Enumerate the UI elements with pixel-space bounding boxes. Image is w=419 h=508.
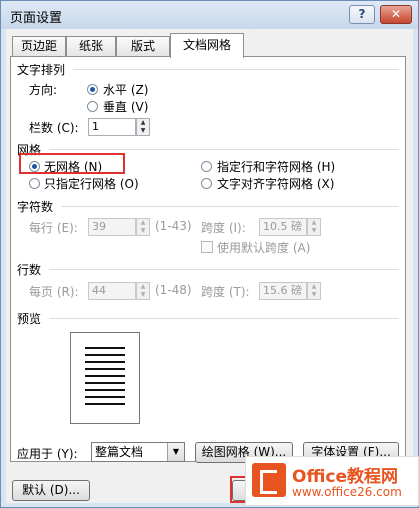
- preview-line: [85, 382, 125, 384]
- tab-document-grid[interactable]: 文档网格: [170, 33, 244, 58]
- columns-input[interactable]: 1: [88, 118, 136, 136]
- line-grid-only-radio[interactable]: [29, 178, 40, 189]
- chars-per-line-label: 每行 (E):: [29, 221, 78, 235]
- window-title: 页面设置: [10, 11, 63, 26]
- dialog-body: 页边距 纸张 版式 文档网格 文字排列 方向: 水平 (Z) 垂直 (V) 栏数…: [6, 29, 413, 503]
- tab-paper[interactable]: 纸张: [66, 36, 116, 57]
- preview-line: [85, 354, 125, 356]
- chars-per-line-range: (1-43): [155, 219, 192, 233]
- line-grid-only-label[interactable]: 只指定行网格 (O): [44, 175, 139, 192]
- vertical-label[interactable]: 垂直 (V): [103, 98, 148, 115]
- columns-stepper[interactable]: ▲ ▼: [136, 118, 150, 136]
- preview-page: [70, 332, 140, 424]
- characters-group-label: 字符数: [17, 200, 54, 214]
- preview-line: [85, 389, 125, 391]
- preview-line: [85, 347, 125, 349]
- columns-label: 栏数 (C):: [29, 121, 79, 135]
- default-button[interactable]: 默认 (D)...: [12, 480, 90, 501]
- lines-per-page-label: 每页 (R):: [29, 285, 79, 299]
- highlight-box: [19, 153, 125, 174]
- group-divider: [49, 269, 399, 270]
- vertical-radio[interactable]: [87, 101, 98, 112]
- watermark-brand: Office教程网: [292, 467, 399, 487]
- group-divider: [73, 69, 399, 70]
- preview-line: [85, 403, 125, 405]
- line-pitch-label: 跨度 (T):: [201, 285, 250, 299]
- group-divider: [49, 149, 399, 150]
- chars-per-line-input[interactable]: 39: [88, 218, 136, 236]
- preview-line: [85, 368, 125, 370]
- horizontal-radio[interactable]: [87, 84, 98, 95]
- close-button[interactable]: ✕: [380, 5, 412, 24]
- snap-to-char-grid-label[interactable]: 文字对齐字符网格 (X): [217, 175, 334, 192]
- help-button[interactable]: ?: [349, 5, 375, 24]
- default-pitch-label[interactable]: 使用默认跨度 (A): [217, 239, 310, 256]
- tab-margins[interactable]: 页边距: [12, 36, 66, 57]
- line-and-char-grid-label[interactable]: 指定行和字符网格 (H): [217, 158, 335, 175]
- tab-layout[interactable]: 版式: [116, 36, 170, 57]
- preview-group-label: 预览: [17, 312, 42, 326]
- apply-to-label: 应用于 (Y):: [17, 447, 78, 461]
- title-bar[interactable]: 页面设置 ? ✕: [1, 1, 418, 29]
- preview-line: [85, 396, 125, 398]
- watermark-url: www.office26.com: [292, 485, 402, 499]
- default-pitch-checkbox[interactable]: [201, 241, 213, 253]
- lines-per-page-input[interactable]: 44: [88, 282, 136, 300]
- preview-line: [85, 361, 125, 363]
- apply-to-value: 整篇文档: [95, 445, 144, 459]
- chars-per-line-stepper[interactable]: ▲ ▼: [136, 218, 150, 236]
- lines-group-label: 行数: [17, 263, 42, 277]
- preview-line: [85, 375, 125, 377]
- page-setup-dialog: 页面设置 ? ✕ 页边距 纸张 版式 文档网格 文字排列 方向: 水平 (Z) …: [0, 0, 419, 508]
- line-pitch-input[interactable]: 15.6 磅: [259, 282, 307, 300]
- text-direction-group-label: 文字排列: [17, 63, 66, 77]
- lines-per-page-range: (1-48): [155, 283, 192, 297]
- group-divider: [49, 318, 399, 319]
- char-pitch-label: 跨度 (I):: [201, 221, 246, 235]
- watermark-logo: Office教程网 www.office26.com: [245, 456, 419, 506]
- chevron-down-icon[interactable]: ▼: [167, 443, 184, 461]
- line-and-char-grid-radio[interactable]: [201, 161, 212, 172]
- lines-per-page-stepper[interactable]: ▲ ▼: [136, 282, 150, 300]
- direction-label: 方向:: [29, 83, 58, 97]
- char-pitch-input[interactable]: 10.5 磅: [259, 218, 307, 236]
- snap-to-char-grid-radio[interactable]: [201, 178, 212, 189]
- apply-to-select[interactable]: 整篇文档 ▼: [91, 442, 185, 462]
- char-pitch-stepper[interactable]: ▲ ▼: [307, 218, 321, 236]
- line-pitch-stepper[interactable]: ▲ ▼: [307, 282, 321, 300]
- horizontal-label[interactable]: 水平 (Z): [103, 81, 148, 98]
- group-divider: [61, 206, 399, 207]
- office-logo-icon: [252, 463, 286, 497]
